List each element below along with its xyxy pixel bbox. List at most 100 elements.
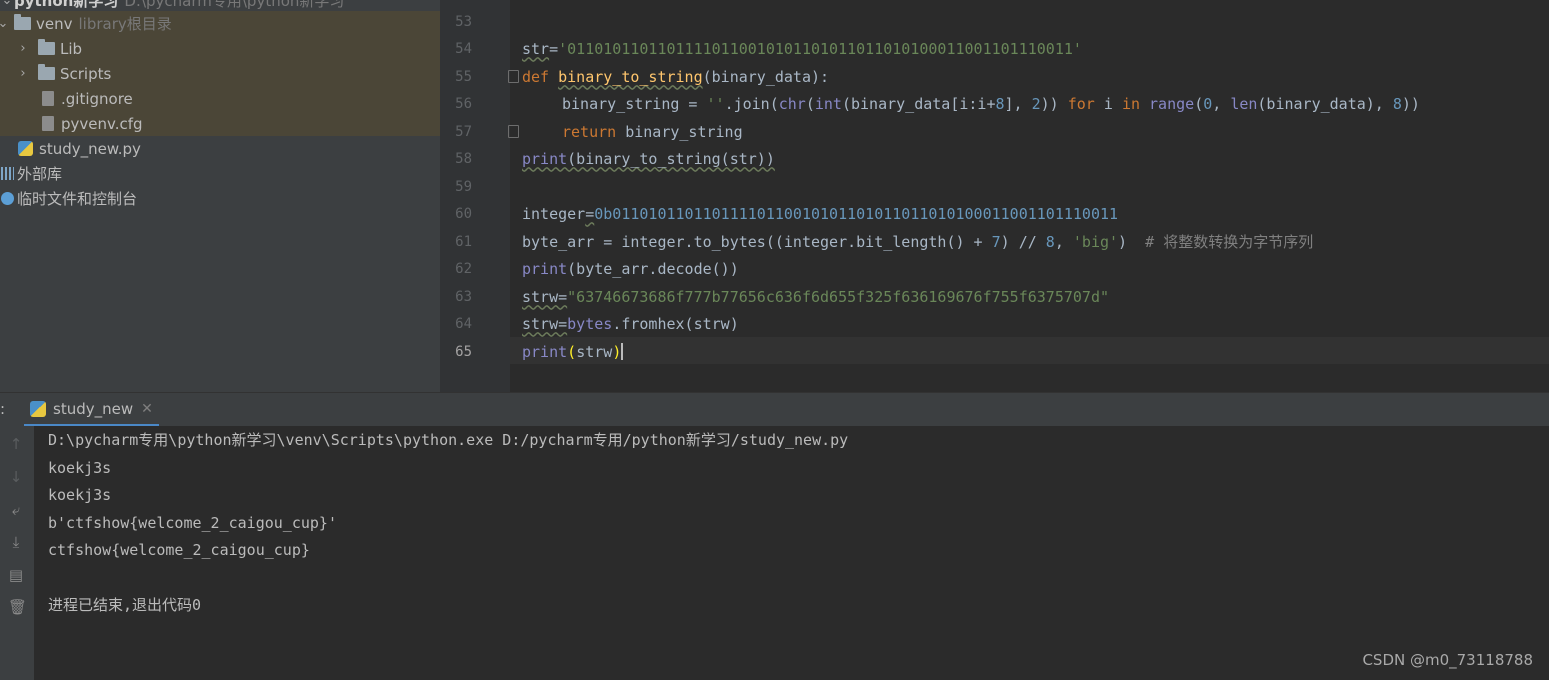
code-line-60: integer = 0b011010110110111101100101011010… xyxy=(522,200,1118,227)
down-arrow-icon[interactable]: ↓ xyxy=(8,469,24,485)
tree-item-scripts[interactable]: › Scripts xyxy=(0,61,440,86)
code-token: 8 xyxy=(995,94,1005,113)
console-line: 进程已结束,退出代码0 xyxy=(48,596,202,614)
code-token: (byte_arr.decode()) xyxy=(567,259,739,278)
code-line-61: byte_arr = integer.to_bytes((integer.bit… xyxy=(522,228,1313,255)
code-token: binary_string xyxy=(616,122,743,141)
line-number: 64 xyxy=(455,315,472,332)
chevron-down-icon[interactable]: ⌄ xyxy=(0,0,14,8)
code-token: 0b01101011011011110110010101101011011010… xyxy=(594,204,1119,223)
watermark: CSDN @m0_73118788 xyxy=(1362,651,1533,669)
code-token: ) xyxy=(612,342,622,361)
file-icon xyxy=(42,116,54,131)
code-token: strw xyxy=(522,314,559,333)
console-line: ctfshow{welcome_2_caigou_cup} xyxy=(48,540,310,559)
code-line-63: strw = "63746673686f777b77656c636f6d655f32… xyxy=(522,283,1109,310)
line-number: 61 xyxy=(455,233,472,250)
tree-item-venv[interactable]: ⌄ venv library根目录 xyxy=(0,11,440,36)
code-token: str xyxy=(522,39,550,58)
code-token: )) xyxy=(1040,94,1068,113)
close-icon[interactable]: ✕ xyxy=(141,401,153,417)
tree-item-scratches[interactable]: 临时文件和控制台 xyxy=(0,186,440,211)
code-token: print xyxy=(522,149,568,168)
text-caret xyxy=(621,343,624,360)
code-token: 0 xyxy=(1203,94,1213,113)
scratch-icon xyxy=(1,192,14,205)
scroll-end-icon[interactable]: ⤓ xyxy=(8,534,24,550)
code-line-58: print (binary_to_string(str)) xyxy=(522,145,775,172)
tree-item-label: .gitignore xyxy=(61,89,133,108)
code-token: in xyxy=(1121,94,1140,113)
code-token: bytes xyxy=(567,314,613,333)
code-token: ], xyxy=(1004,94,1032,113)
tree-item-label: venv xyxy=(36,14,73,33)
soft-wrap-icon[interactable]: ⤶ xyxy=(8,502,24,518)
library-icon xyxy=(1,167,14,180)
code-token: , xyxy=(1054,232,1073,251)
chevron-down-icon[interactable]: ⌄ xyxy=(0,16,10,31)
code-token: (binary_data), xyxy=(1257,94,1393,113)
code-token: chr xyxy=(778,94,806,113)
code-token: 2 xyxy=(1031,94,1041,113)
trash-icon[interactable]: 🗑 xyxy=(8,599,27,615)
chevron-right-icon[interactable]: › xyxy=(16,66,30,81)
code-token: ( xyxy=(805,94,815,113)
tree-item-pyvenv[interactable]: pyvenv.cfg xyxy=(0,111,440,136)
tree-item-lib[interactable]: › Lib xyxy=(0,36,440,61)
fold-marker-icon[interactable] xyxy=(508,70,519,83)
line-number: 59 xyxy=(455,178,472,195)
tree-item-external-libs[interactable]: 外部库 xyxy=(0,161,440,186)
folder-icon xyxy=(14,14,31,30)
folder-icon xyxy=(38,64,55,80)
code-line-55: def binary_to_string (binary_data): xyxy=(522,63,829,90)
line-number: 56 xyxy=(455,95,472,112)
code-token: ( xyxy=(567,342,577,361)
run-panel-label: : xyxy=(0,400,6,418)
code-token: )) xyxy=(1401,94,1420,113)
code-token: '' xyxy=(706,94,725,113)
python-run-icon xyxy=(30,400,46,417)
chevron-right-icon[interactable]: › xyxy=(16,41,30,56)
tree-item-label: 外部库 xyxy=(17,165,63,183)
code-token: range xyxy=(1149,94,1195,113)
code-token: (binary_data): xyxy=(702,67,830,86)
project-tree-panel: ⌄ python新学习 D:\pycharm专用\python新学习 ⌄ ven… xyxy=(0,0,440,392)
fold-marker-icon[interactable] xyxy=(508,125,519,138)
run-toolbar: ↑ ↓ ⤶ ⤓ ▤ 🗑 xyxy=(0,426,34,680)
python-file-icon xyxy=(18,141,33,156)
code-token: (binary_data[i:i+ xyxy=(841,94,996,113)
file-icon xyxy=(42,91,54,106)
console-line: b'ctfshow{welcome_2_caigou_cup}' xyxy=(48,513,337,532)
tree-root-name: python新学习 xyxy=(14,0,119,10)
run-tab-label: study_new xyxy=(53,399,134,418)
run-tool-window-header: : study_new ✕ xyxy=(0,392,1549,427)
code-token: print xyxy=(522,259,568,278)
code-token: binary_string = xyxy=(562,94,707,113)
code-token: '011010110110111101100101011010110110101… xyxy=(558,39,1082,58)
code-token: return xyxy=(562,122,617,141)
up-arrow-icon[interactable]: ↑ xyxy=(8,436,24,452)
print-icon[interactable]: ▤ xyxy=(8,567,24,583)
folder-icon xyxy=(38,39,55,55)
code-token: (binary_to_string(str)) xyxy=(567,149,775,168)
code-token: ) xyxy=(1118,232,1146,251)
line-number: 57 xyxy=(455,123,472,140)
code-line-62: print (byte_arr.decode()) xyxy=(522,255,739,282)
run-tab-study-new[interactable]: study_new ✕ xyxy=(24,393,159,427)
code-token: strw xyxy=(522,287,559,306)
code-token: i xyxy=(1094,94,1122,113)
code-token: "63746673686f777b77656c636f6d655f325f636… xyxy=(567,287,1110,306)
line-number: 60 xyxy=(455,205,472,222)
code-token: , xyxy=(1212,94,1231,113)
code-token: for xyxy=(1067,94,1095,113)
tree-item-gitignore[interactable]: .gitignore xyxy=(0,86,440,111)
code-line-64: strw = bytes .fromhex(strw) xyxy=(522,310,739,337)
tree-item-label: pyvenv.cfg xyxy=(61,114,143,133)
line-number: 53 xyxy=(455,13,472,30)
code-token: 8 xyxy=(1045,232,1055,251)
line-number: 55 xyxy=(455,68,472,85)
line-number: 62 xyxy=(455,260,472,277)
tree-item-study-new[interactable]: study_new.py xyxy=(0,136,440,161)
code-token: def xyxy=(522,67,550,86)
code-token: = xyxy=(558,287,568,306)
